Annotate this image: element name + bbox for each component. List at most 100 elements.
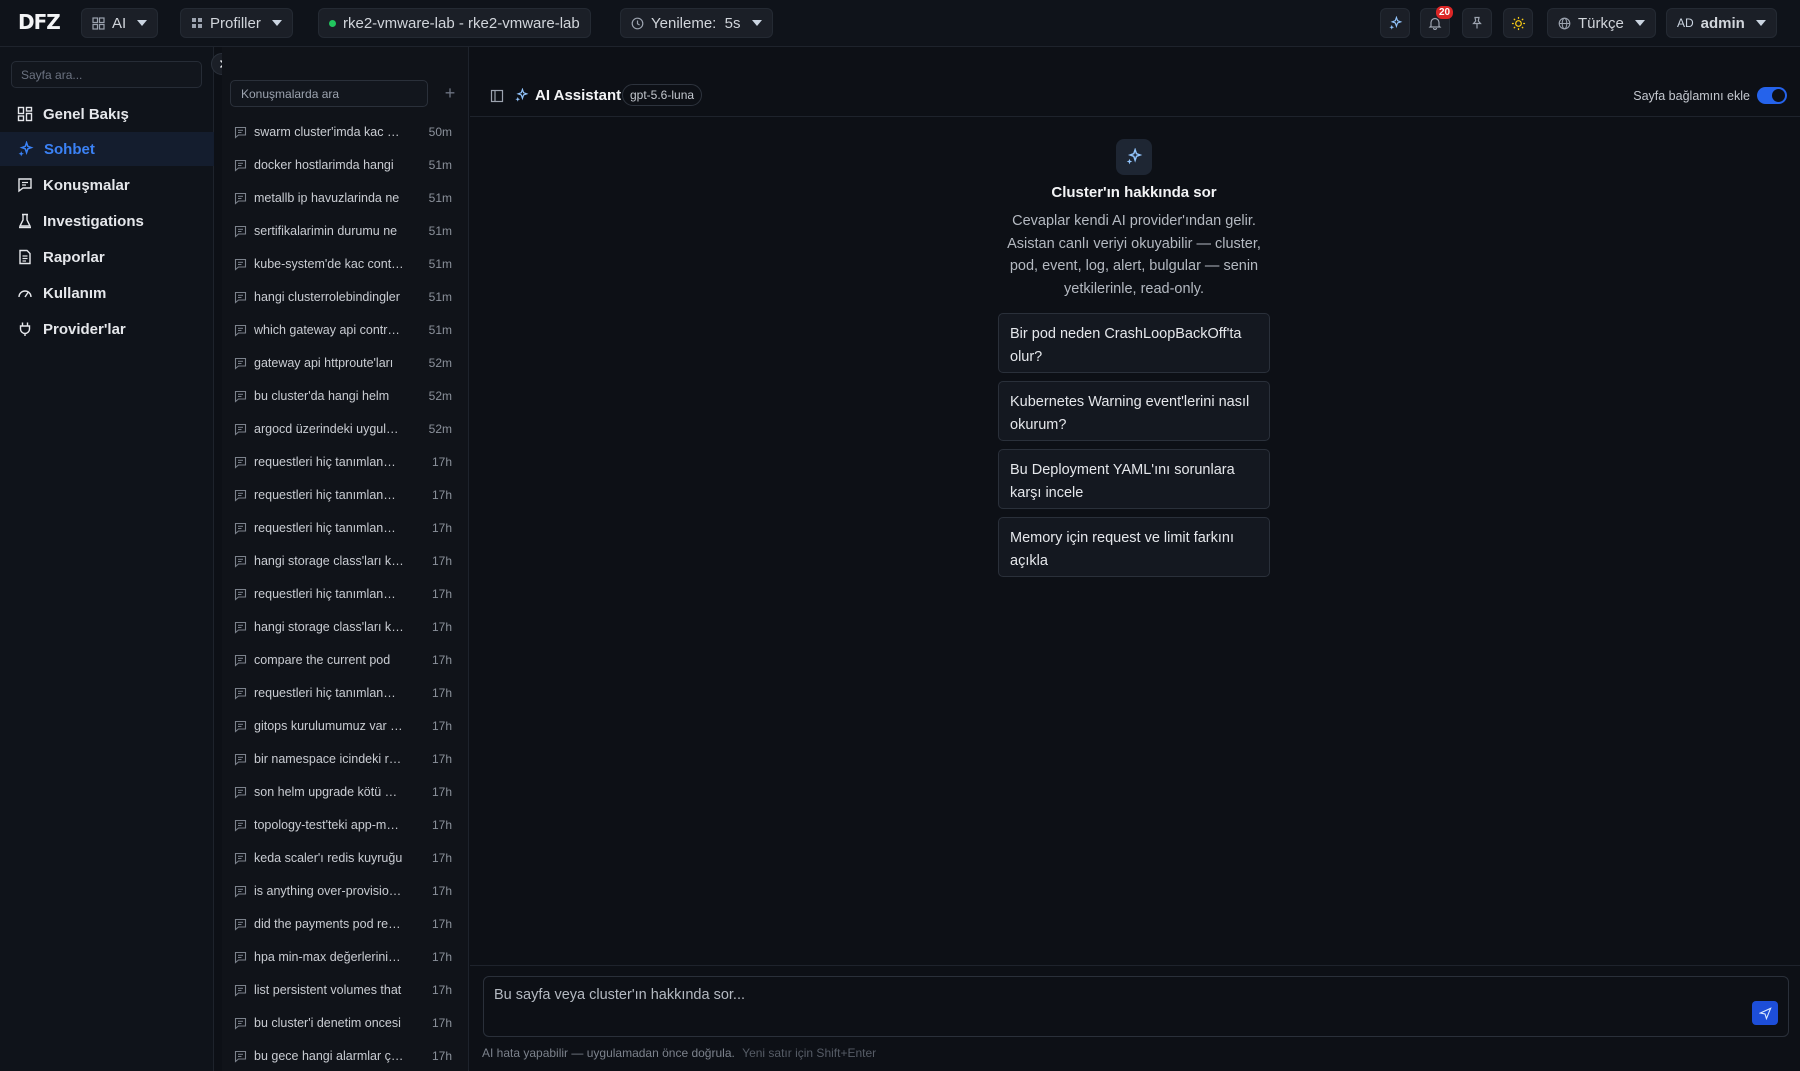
conversation-item[interactable]: requestleri hiç tanımlanmamış 17h [234, 450, 456, 474]
conversation-item[interactable]: swarm cluster'imda kac servis 50m [234, 120, 456, 144]
chevron-down-icon [137, 20, 148, 26]
send-button[interactable] [1752, 1001, 1778, 1025]
conversation-item[interactable]: gateway api httproute'ları 52m [234, 351, 456, 375]
conversation-item[interactable]: metallb ip havuzlarinda ne 51m [234, 186, 456, 210]
conversation-item[interactable]: docker hostlarimda hangi 51m [234, 153, 456, 177]
suggestion-button[interactable]: Bu Deployment YAML'ını sorunlara karşı i… [998, 449, 1270, 509]
message-icon [234, 291, 247, 304]
conversation-item[interactable]: hangi storage class'ları kullanılıyor 17h [234, 615, 456, 639]
conversation-item[interactable]: list persistent volumes that 17h [234, 978, 456, 1002]
conversation-item[interactable]: kube-system'de kac container 51m [234, 252, 456, 276]
app-logo[interactable]: DFZ [18, 10, 61, 34]
conversation-time: 52m [428, 422, 452, 436]
chevron-down-icon [1634, 20, 1645, 26]
conversation-item[interactable]: requestleri hiç tanımlanmamış 17h [234, 516, 456, 540]
conversation-item[interactable]: compare the current pod 17h [234, 648, 456, 672]
conversation-title: swarm cluster'imda kac servis [254, 125, 404, 139]
sidebar-item-investigations[interactable]: Investigations [0, 204, 214, 238]
language-selector[interactable]: Türkçe [1547, 8, 1656, 38]
conversation-title: hangi storage class'ları kullanılıyor [254, 620, 404, 634]
conversation-time: 17h [431, 488, 452, 502]
investigation-icon [18, 213, 32, 229]
sparkles-icon [1126, 148, 1143, 165]
refresh-interval-menu[interactable]: Yenileme: 5s [620, 8, 773, 38]
conversation-title: hangi storage class'ları kullanılıyor [254, 554, 404, 568]
suggestion-button[interactable]: Kubernetes Warning event'lerini nasıl ok… [998, 381, 1270, 441]
ai-menu-button[interactable]: AI [81, 8, 159, 38]
conversation-item[interactable]: keda scaler'ı redis kuyruğu 17h [234, 846, 456, 870]
suggestion-button[interactable]: Memory için request ve limit farkını açı… [998, 517, 1270, 577]
profiles-menu-button[interactable]: Profiller [180, 8, 293, 38]
notification-count-badge: 20 [1436, 6, 1454, 19]
ai-assistant-button[interactable] [1380, 8, 1410, 38]
sidebar-item-usage[interactable]: Kullanım [0, 276, 214, 310]
user-menu-button[interactable]: AD admin [1666, 8, 1777, 38]
conversation-item[interactable]: requestleri hiç tanımlanmamış 17h [234, 483, 456, 507]
message-icon [234, 522, 247, 535]
conversation-title: bu gece hangi alarmlar çaldı [254, 1049, 404, 1063]
sidebar-item-reports[interactable]: Raporlar [0, 240, 214, 274]
conversation-title: topology-test'teki app-mesh [254, 818, 404, 832]
conversation-item[interactable]: bu cluster'i denetim oncesi 17h [234, 1011, 456, 1035]
model-badge[interactable]: gpt-5.6-luna [622, 84, 703, 106]
conversation-title: requestleri hiç tanımlanmamış [254, 455, 404, 469]
new-conversation-button[interactable]: + [440, 80, 460, 107]
page-context-label: Sayfa bağlamını ekle [1633, 89, 1750, 103]
conversation-item[interactable]: is anything over-provisioned 17h [234, 879, 456, 903]
conversation-time: 51m [428, 323, 452, 337]
language-label: Türkçe [1578, 14, 1624, 32]
panel-toggle-icon[interactable] [490, 89, 504, 103]
conversation-item[interactable]: requestleri hiç tanımlanmamış 17h [234, 582, 456, 606]
suggestion-button[interactable]: Bir pod neden CrashLoopBackOff'ta olur? [998, 313, 1270, 373]
conversation-item[interactable]: which gateway api controller 51m [234, 318, 456, 342]
profiles-menu-label: Profiller [210, 14, 261, 32]
conversation-item[interactable]: bu cluster'da hangi helm 52m [234, 384, 456, 408]
cluster-selector[interactable]: rke2-vmware-lab - rke2-vmware-lab [318, 8, 591, 38]
sparkles-icon [18, 140, 34, 156]
conversation-item[interactable]: son helm upgrade kötü oldu 17h [234, 780, 456, 804]
sidebar-item-chat[interactable]: Sohbet [0, 132, 214, 166]
pin-icon [1472, 16, 1482, 29]
plug-icon [19, 322, 31, 336]
message-icon [234, 918, 247, 931]
conversation-time: 51m [428, 257, 452, 271]
theme-toggle-button[interactable] [1503, 8, 1533, 38]
message-icon [234, 390, 247, 403]
conversation-title: bu cluster'i denetim oncesi [254, 1016, 401, 1030]
notifications-button[interactable]: 20 [1420, 6, 1454, 38]
page-search-input[interactable] [11, 61, 202, 88]
message-icon [234, 1017, 247, 1030]
conversation-item[interactable]: bu gece hangi alarmlar çaldı 17h [234, 1044, 456, 1068]
conversation-time: 17h [431, 917, 452, 931]
conversation-item[interactable]: gitops kurulumumuz var mı 17h [234, 714, 456, 738]
message-icon [234, 456, 247, 469]
sidebar-item-label: Provider'lar [43, 320, 126, 338]
conversation-item[interactable]: sertifikalarimin durumu ne 51m [234, 219, 456, 243]
sidebar-item-providers[interactable]: Provider'lar [0, 312, 214, 346]
pin-button[interactable] [1462, 8, 1492, 38]
conversation-item[interactable]: did the payments pod restart 17h [234, 912, 456, 936]
sun-icon [1511, 16, 1525, 30]
message-icon [234, 720, 247, 733]
avatar: AD [1677, 16, 1694, 30]
page-context-toggle[interactable] [1757, 87, 1787, 104]
sidebar-item-conversations[interactable]: Konuşmalar [0, 168, 214, 202]
conversation-item[interactable]: argocd üzerindeki uygulamalar 52m [234, 417, 456, 441]
sidebar-item-overview[interactable]: Genel Bakış [0, 97, 214, 131]
conversation-title: kube-system'de kac container [254, 257, 404, 271]
conversation-item[interactable]: requestleri hiç tanımlanmamış 17h [234, 681, 456, 705]
top-bar: DFZ AI Profiller rke2-vmware-lab - rke2-… [0, 0, 1800, 47]
conversation-item[interactable]: hangi clusterrolebindingler 51m [234, 285, 456, 309]
conversation-item[interactable]: topology-test'teki app-mesh 17h [234, 813, 456, 837]
conversation-title: hpa min-max değerlerini göster [254, 950, 404, 964]
page-title: AI Assistant [535, 87, 622, 104]
composer-footer: AI hata yapabilir — uygulamadan önce doğ… [482, 1046, 876, 1060]
message-input[interactable] [494, 987, 1734, 1027]
conversation-item[interactable]: hangi storage class'ları kullanılıyor 17h [234, 549, 456, 573]
sidebar-item-label: Kullanım [43, 284, 107, 302]
conversation-search-input[interactable] [230, 80, 428, 107]
conversation-title: metallb ip havuzlarinda ne [254, 191, 400, 205]
conversation-item[interactable]: hpa min-max değerlerini göster 17h [234, 945, 456, 969]
conversation-time: 52m [428, 389, 452, 403]
conversation-item[interactable]: bir namespace icindeki resource 17h [234, 747, 456, 771]
